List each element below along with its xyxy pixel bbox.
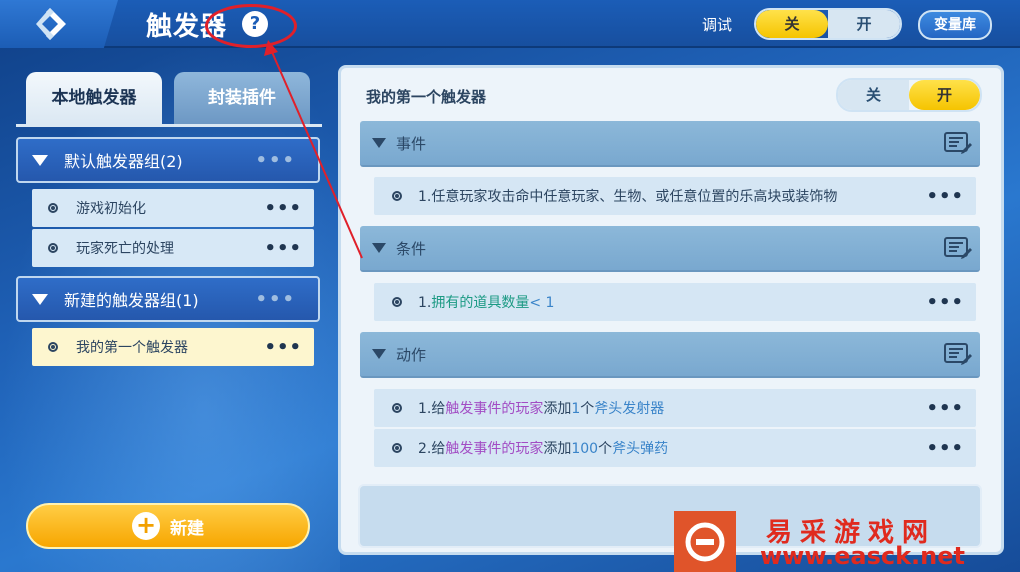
trigger-toggle-on-option[interactable]: 开 bbox=[909, 80, 980, 110]
action-text-part: 个 bbox=[598, 441, 613, 457]
more-options-icon[interactable]: ••• bbox=[264, 238, 302, 259]
debug-toggle[interactable]: 关 开 bbox=[754, 8, 902, 40]
action-text-part: 1 bbox=[571, 401, 581, 417]
section-label: 条件 bbox=[396, 239, 427, 258]
trigger-item-player-death[interactable]: 玩家死亡的处理 ••• bbox=[32, 229, 314, 267]
more-options-icon[interactable]: ••• bbox=[926, 438, 964, 459]
trigger-group-default[interactable]: 默认触发器组(2) ••• bbox=[16, 137, 320, 183]
new-trigger-button[interactable]: + 新建 bbox=[26, 503, 310, 549]
edit-list-icon[interactable] bbox=[944, 236, 972, 260]
action-text-part: 添加 bbox=[543, 401, 572, 417]
back-arrow-icon bbox=[36, 8, 66, 40]
event-text-part: 1.任意玩家攻击命中任意玩家、生物、或任意位置的乐高块或装饰物 bbox=[418, 189, 838, 205]
more-options-icon[interactable]: ••• bbox=[926, 186, 964, 207]
more-options-icon[interactable]: ••• bbox=[926, 292, 964, 313]
radio-icon bbox=[392, 443, 402, 453]
tab-divider bbox=[16, 124, 322, 127]
action-text-part: 添加 bbox=[543, 441, 572, 457]
action-text: 2.给触发事件的玩家添加100个斧头弹药 bbox=[418, 438, 926, 458]
trigger-item-game-init[interactable]: 游戏初始化 ••• bbox=[32, 189, 314, 227]
tab-plugins[interactable]: 封装插件 bbox=[174, 72, 310, 124]
debug-label: 调试 bbox=[702, 16, 733, 34]
more-options-icon[interactable]: ••• bbox=[255, 150, 296, 171]
variable-library-button[interactable]: 变量库 bbox=[918, 10, 992, 40]
edit-list-icon[interactable] bbox=[944, 131, 972, 155]
action-text-part: 100 bbox=[571, 441, 599, 457]
radio-icon bbox=[392, 297, 402, 307]
section-event[interactable]: 事件 bbox=[360, 121, 980, 167]
action-text-part: 斧头发射器 bbox=[594, 401, 665, 417]
section-condition[interactable]: 条件 bbox=[360, 226, 980, 272]
collapse-triangle-icon[interactable] bbox=[372, 138, 386, 148]
action-text-part: 1.给 bbox=[418, 401, 446, 417]
section-label: 事件 bbox=[396, 134, 427, 153]
more-options-icon[interactable]: ••• bbox=[255, 289, 296, 310]
action-row[interactable]: 1.给触发事件的玩家添加1个斧头发射器 ••• bbox=[374, 389, 976, 427]
collapse-triangle-icon[interactable] bbox=[372, 349, 386, 359]
condition-text-part: < 1 bbox=[529, 295, 555, 311]
action-text: 1.给触发事件的玩家添加1个斧头发射器 bbox=[418, 398, 926, 418]
radio-icon bbox=[48, 203, 58, 213]
trigger-group-new[interactable]: 新建的触发器组(1) ••• bbox=[16, 276, 320, 322]
trigger-name: 我的第一个触发器 bbox=[366, 88, 487, 106]
more-options-icon[interactable]: ••• bbox=[264, 337, 302, 358]
action-text-part: 斧头弹药 bbox=[612, 441, 669, 457]
action-text-part: 触发事件的玩家 bbox=[445, 401, 544, 417]
condition-text-part: 拥有的道具数量 bbox=[431, 295, 530, 311]
trigger-item-label: 我的第一个触发器 bbox=[76, 340, 188, 356]
trigger-item-my-first[interactable]: 我的第一个触发器 ••• bbox=[32, 328, 314, 366]
event-text: 1.任意玩家攻击命中任意玩家、生物、或任意位置的乐高块或装饰物 bbox=[418, 186, 926, 206]
plus-icon: + bbox=[132, 512, 160, 540]
radio-icon bbox=[48, 243, 58, 253]
action-text-part: 个 bbox=[580, 401, 595, 417]
debug-toggle-off-option[interactable]: 关 bbox=[756, 10, 828, 38]
more-options-icon[interactable]: ••• bbox=[926, 398, 964, 419]
condition-text-part: 1. bbox=[418, 295, 432, 311]
tab-local-triggers[interactable]: 本地触发器 bbox=[26, 72, 162, 124]
collapse-triangle-icon[interactable] bbox=[32, 154, 48, 166]
action-text-part: 触发事件的玩家 bbox=[445, 441, 544, 457]
debug-toggle-on-option[interactable]: 开 bbox=[828, 10, 900, 38]
watermark-logo-icon bbox=[685, 522, 725, 561]
edit-list-icon[interactable] bbox=[944, 342, 972, 366]
condition-row[interactable]: 1.拥有的道具数量< 1 ••• bbox=[374, 283, 976, 321]
top-bar: 触发器 ? 调试 关 开 变量库 bbox=[0, 0, 1020, 48]
condition-text: 1.拥有的道具数量< 1 bbox=[418, 292, 926, 312]
trigger-item-label: 玩家死亡的处理 bbox=[76, 241, 174, 257]
annotation-circle bbox=[205, 4, 297, 48]
section-action[interactable]: 动作 bbox=[360, 332, 980, 378]
radio-icon bbox=[392, 191, 402, 201]
watermark-url: www.easck.net bbox=[760, 542, 965, 570]
back-button[interactable] bbox=[0, 0, 118, 48]
action-text-part: 2.给 bbox=[418, 441, 446, 457]
trigger-enable-toggle[interactable]: 关 开 bbox=[836, 78, 982, 112]
radio-icon bbox=[48, 342, 58, 352]
collapse-triangle-icon[interactable] bbox=[32, 293, 48, 305]
trigger-group-label: 默认触发器组(2) bbox=[64, 152, 183, 171]
action-row[interactable]: 2.给触发事件的玩家添加100个斧头弹药 ••• bbox=[374, 429, 976, 467]
event-row[interactable]: 1.任意玩家攻击命中任意玩家、生物、或任意位置的乐高块或装饰物 ••• bbox=[374, 177, 976, 215]
more-options-icon[interactable]: ••• bbox=[264, 198, 302, 219]
collapse-triangle-icon[interactable] bbox=[372, 243, 386, 253]
watermark-logo bbox=[674, 511, 736, 572]
radio-icon bbox=[392, 403, 402, 413]
section-label: 动作 bbox=[396, 345, 427, 364]
trigger-toggle-off-option[interactable]: 关 bbox=[838, 80, 909, 110]
trigger-group-label: 新建的触发器组(1) bbox=[64, 291, 199, 310]
new-button-label: 新建 bbox=[170, 518, 204, 539]
trigger-item-label: 游戏初始化 bbox=[76, 201, 146, 217]
